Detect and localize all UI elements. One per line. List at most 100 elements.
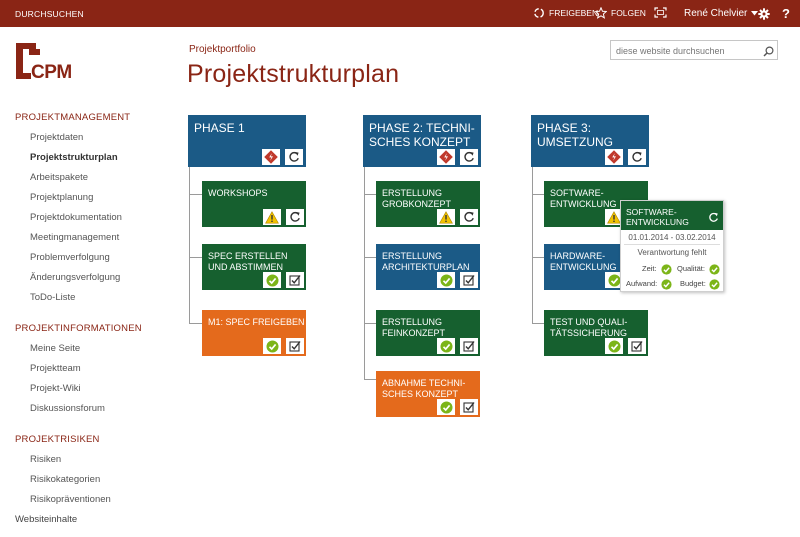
risk-button[interactable] — [262, 149, 280, 165]
phase-card[interactable]: PHASE 1 — [188, 115, 306, 167]
phase-card[interactable]: PHASE 2: TECHNI- SCHES KONZEPT — [363, 115, 481, 167]
connector — [532, 323, 544, 324]
work-package-card[interactable]: ERSTELLUNG ARCHITEKTURPLAN — [376, 244, 480, 290]
user-menu[interactable]: René Chelvier — [684, 8, 759, 19]
share-button[interactable]: FREIGEBEN — [533, 7, 598, 19]
refresh-button[interactable] — [285, 149, 303, 165]
work-package-card[interactable]: ERSTELLUNG FEINKONZEPT — [376, 310, 480, 356]
focus-icon — [654, 7, 667, 18]
nav-item-projektplanung[interactable]: Projektplanung — [30, 192, 93, 203]
work-package-title: SPEC ERSTELLEN UND ABSTIMMEN — [208, 251, 288, 272]
nav-heading-projektrisiken[interactable]: PROJEKTRISIKEN — [15, 434, 100, 445]
refresh-button[interactable] — [708, 210, 719, 228]
connector — [189, 257, 202, 258]
effort-check-icon — [661, 277, 672, 295]
milestone-card[interactable]: ABNAHME TECHNI- SCHES KONZEPT — [376, 371, 480, 417]
milestone-card[interactable]: M1: SPEC FREIGEBEN — [202, 310, 306, 356]
task-button[interactable] — [460, 399, 478, 415]
risk-button[interactable] — [437, 149, 455, 165]
refresh-button[interactable] — [460, 209, 478, 225]
warning-icon — [607, 210, 621, 223]
nav-item-risikokategorien[interactable]: Risikokategorien — [30, 474, 100, 485]
check-circle-icon — [440, 401, 452, 413]
search-button[interactable] — [763, 44, 774, 62]
check-circle-icon — [440, 274, 452, 286]
divider — [624, 244, 720, 245]
work-package-card[interactable]: SPEC ERSTELLEN UND ABSTIMMEN — [202, 244, 306, 290]
check-circle-icon — [608, 340, 620, 352]
refresh-icon — [709, 212, 718, 222]
checkbox-icon — [289, 275, 301, 286]
status-button[interactable] — [263, 209, 281, 225]
status-button[interactable] — [437, 209, 455, 225]
phase-card[interactable]: PHASE 3: UMSETZUNG — [531, 115, 649, 167]
warning-icon — [265, 210, 279, 223]
task-button[interactable] — [286, 338, 304, 354]
nav-heading-projektinformationen[interactable]: PROJEKTINFORMATIONEN — [15, 323, 142, 334]
task-button[interactable] — [460, 338, 478, 354]
refresh-button[interactable] — [628, 149, 646, 165]
focus-button[interactable] — [654, 7, 667, 18]
work-package-title: ERSTELLUNG ARCHITEKTURPLAN — [382, 251, 470, 272]
cpm-logo[interactable]: CPM — [14, 40, 74, 83]
follow-button[interactable]: FOLGEN — [595, 7, 646, 19]
nav-item-risikopraeventionen[interactable]: Risikopräventionen — [30, 494, 111, 505]
task-button[interactable] — [286, 272, 304, 288]
work-package-tooltip: SOFTWARE- ENTWICKLUNG 01.01.2014 - 03.02.… — [620, 200, 724, 292]
refresh-button[interactable] — [460, 149, 478, 165]
logo-text: CPM — [31, 62, 72, 82]
connector — [189, 323, 202, 324]
task-button[interactable] — [460, 272, 478, 288]
status-button[interactable] — [605, 338, 623, 354]
tooltip-title: SOFTWARE- ENTWICKLUNG — [626, 207, 689, 227]
risk-button[interactable] — [605, 149, 623, 165]
nav-item-meine-seite[interactable]: Meine Seite — [30, 343, 80, 354]
tooltip-responsibility: Verantwortung fehlt — [637, 248, 707, 257]
nav-item-risiken[interactable]: Risiken — [30, 454, 61, 465]
phase-title: PHASE 3: UMSETZUNG — [537, 121, 613, 149]
work-package-card[interactable]: ERSTELLUNG GROBKONZEPT — [376, 181, 480, 227]
share-label: FREIGEBEN — [549, 8, 599, 18]
status-button[interactable] — [437, 399, 455, 415]
nav-item-todo-liste[interactable]: ToDo-Liste — [30, 292, 75, 303]
nav-item-aenderungsverfolgung[interactable]: Änderungsverfolgung — [30, 272, 120, 283]
risk-icon — [439, 150, 453, 164]
connector — [532, 194, 544, 195]
nav-item-meetingmanagement[interactable]: Meetingmanagement — [30, 232, 119, 243]
nav-heading-projektmanagement[interactable]: PROJEKTMANAGEMENT — [15, 112, 130, 123]
task-button[interactable] — [628, 338, 646, 354]
nav-item-arbeitspakete[interactable]: Arbeitspakete — [30, 172, 88, 183]
refresh-button[interactable] — [286, 209, 304, 225]
work-package-card[interactable]: TEST UND QUALI- TÄTSSICHERUNG — [544, 310, 648, 356]
connector — [364, 323, 376, 324]
browse-tab[interactable]: DURCHSUCHEN — [15, 9, 84, 19]
nav-item-projektteam[interactable]: Projektteam — [30, 363, 81, 374]
budget-check-icon — [709, 277, 720, 295]
nav-item-projekt-wiki[interactable]: Projekt-Wiki — [30, 383, 81, 394]
check-circle-icon — [608, 274, 620, 286]
nav-item-websiteinhalte[interactable]: Websiteinhalte — [15, 514, 77, 525]
checkbox-icon — [463, 402, 475, 413]
nav-item-projektstrukturplan[interactable]: Projektstrukturplan — [30, 152, 118, 163]
status-button[interactable] — [437, 272, 455, 288]
settings-button[interactable] — [758, 8, 770, 20]
status-button[interactable] — [437, 338, 455, 354]
work-package-card[interactable]: WORKSHOPS — [202, 181, 306, 227]
connector — [364, 257, 376, 258]
warning-icon — [439, 210, 453, 223]
status-button[interactable] — [263, 338, 281, 354]
nav-item-projektdaten[interactable]: Projektdaten — [30, 132, 83, 143]
breadcrumb[interactable]: Projektportfolio — [189, 44, 256, 55]
gear-icon — [758, 8, 770, 20]
check-circle-icon — [440, 340, 452, 352]
tooltip-header: SOFTWARE- ENTWICKLUNG — [621, 201, 723, 230]
nav-item-diskussionsforum[interactable]: Diskussionsforum — [30, 403, 105, 414]
help-button[interactable]: ? — [782, 6, 790, 21]
status-button[interactable] — [263, 272, 281, 288]
nav-item-problemverfolgung[interactable]: Problemverfolgung — [30, 252, 110, 263]
nav-item-projektdokumentation[interactable]: Projektdokumentation — [30, 212, 122, 223]
check-circle-icon — [266, 340, 278, 352]
work-package-title: SOFTWARE- ENTWICKLUNG — [550, 188, 617, 209]
search-input[interactable] — [611, 42, 756, 60]
help-label: ? — [782, 6, 790, 21]
